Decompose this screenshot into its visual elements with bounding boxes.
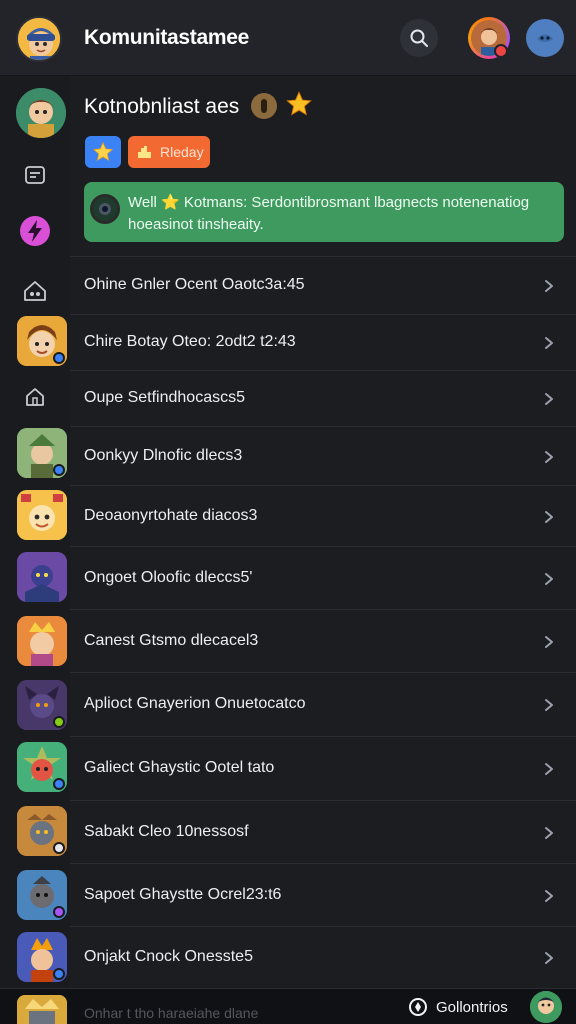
search-button[interactable] (400, 19, 438, 57)
list-item-label: Galiect Ghaystic Ootel tato (84, 759, 275, 776)
favorite-chip[interactable] (85, 136, 121, 168)
house-group-icon (24, 281, 46, 301)
chevron-right-icon (545, 763, 553, 775)
rail-thumb[interactable] (17, 616, 67, 666)
chevron-right-icon (545, 511, 553, 523)
bottom-bar: Onhar t tho haraeiahe dlane Gollontrios (0, 988, 576, 1024)
profile-avatar[interactable] (530, 991, 562, 1023)
list-item-label: Sapoet Ghaystte Ocrel23:t6 (84, 886, 282, 903)
list-item[interactable]: Aplioct Gnayerion Onuetocatco (70, 672, 576, 736)
coin-icon (251, 93, 277, 119)
bot-avatar[interactable] (526, 19, 564, 57)
list-item[interactable]: Deoaonyrtohate diacos3 (70, 485, 576, 546)
list-item[interactable]: Ohine Gnler Ocent Oaotc3a:45 (70, 256, 576, 314)
rail-community-button[interactable] (14, 270, 56, 312)
verified-badge-icon (53, 352, 65, 364)
hand-icon (138, 146, 151, 158)
list-item[interactable]: Ongoet Oloofic dleccs5' (70, 546, 576, 609)
chevron-right-icon (545, 337, 553, 349)
list-item-label: Canest Gtsmo dlecacel3 (84, 632, 259, 649)
verified-badge-icon (53, 778, 65, 790)
list-item[interactable]: Oupe Setfindhocascs5 (70, 370, 576, 426)
message-square-icon (25, 166, 45, 184)
notice-banner[interactable]: Well ⭐ Kotmans: Serdontibrosmant lbagnec… (84, 182, 564, 242)
rail-thumb[interactable] (17, 552, 67, 602)
verified-badge-icon (53, 968, 65, 980)
list-item-label: Chire Botay Oteo: 2odt2 t2:43 (84, 333, 296, 350)
top-bar: Komunitastamee (0, 0, 576, 76)
list-item[interactable]: Oonkyy Dlnofic dlecs3 (70, 426, 576, 485)
list-item[interactable]: Galiect Ghaystic Ootel tato (70, 736, 576, 800)
left-rail (0, 76, 70, 988)
rail-thumb[interactable] (17, 806, 67, 856)
bot-icon (537, 34, 553, 42)
rail-thumb[interactable] (17, 428, 67, 478)
group-title: Kotnobnliast aes (84, 95, 240, 118)
collections-label: Gollontrios (436, 998, 508, 1016)
list-item-label: Deoaonyrtohate diacos3 (84, 507, 258, 524)
group-avatar[interactable] (16, 88, 66, 138)
rail-thumb[interactable] (17, 742, 67, 792)
rail-messages-button[interactable] (14, 154, 56, 196)
chevron-right-icon (545, 451, 553, 463)
status-badge-icon (53, 716, 65, 728)
rail-thumb[interactable] (17, 870, 67, 920)
list-item-label: Onjakt Cnock Onesste5 (84, 948, 253, 965)
chevron-right-icon (545, 280, 553, 292)
rail-thumb[interactable] (17, 490, 67, 540)
verified-badge-icon (53, 464, 65, 476)
chevron-right-icon (545, 952, 553, 964)
list-item[interactable]: Sapoet Ghaystte Ocrel23:t6 (70, 863, 576, 926)
list-item[interactable]: Onjakt Cnock Onesste5 (70, 926, 576, 988)
status-badge-icon (53, 906, 65, 918)
chevron-right-icon (545, 636, 553, 648)
home-icon (26, 388, 44, 406)
list-item-label: Oupe Setfindhocascs5 (84, 389, 245, 406)
notice-text: Well ⭐ Kotmans: Serdontibrosmant lbagnec… (128, 194, 530, 233)
star-icon (285, 90, 313, 123)
notice-avatar (90, 194, 120, 224)
ready-chip[interactable]: Rleday (128, 136, 210, 168)
rail-thumb[interactable] (17, 316, 67, 366)
search-icon (410, 29, 428, 47)
list-item-label: Aplioct Gnayerion Onuetocatco (84, 695, 306, 712)
app-title: Komunitastamee (84, 26, 250, 49)
rail-thumb[interactable] (17, 932, 67, 982)
list-item[interactable]: Chire Botay Oteo: 2odt2 t2:43 (70, 314, 576, 370)
star-icon (92, 141, 114, 162)
notification-badge (494, 44, 508, 58)
lightning-icon (20, 216, 50, 246)
chevron-right-icon (545, 890, 553, 902)
rail-thumb[interactable] (17, 680, 67, 730)
status-badge-icon (53, 842, 65, 854)
rail-home-button[interactable] (14, 376, 56, 418)
bottom-faded-text: Onhar t tho haraeiahe dlane (84, 1005, 259, 1021)
rail-events-button[interactable] (14, 210, 56, 252)
chevron-right-icon (545, 393, 553, 405)
chevron-right-icon (545, 573, 553, 585)
list-item[interactable]: Sabakt Cleo 10nessosf (70, 800, 576, 863)
list-item-label: Ohine Gnler Ocent Oaotc3a:45 (84, 276, 305, 293)
chevron-right-icon (545, 699, 553, 711)
list-item[interactable]: Canest Gtsmo dlecacel3 (70, 609, 576, 672)
list-item-label: Sabakt Cleo 10nessosf (84, 823, 249, 840)
compass-icon (409, 998, 427, 1016)
app-avatar[interactable] (16, 16, 62, 62)
list-item-label: Oonkyy Dlnofic dlecs3 (84, 447, 243, 464)
bottom-thumb[interactable] (17, 995, 67, 1024)
ready-chip-label: Rleday (160, 144, 204, 160)
chevron-right-icon (545, 827, 553, 839)
collections-button[interactable]: Gollontrios (408, 993, 508, 1021)
list-item-label: Ongoet Oloofic dleccs5' (84, 569, 253, 586)
